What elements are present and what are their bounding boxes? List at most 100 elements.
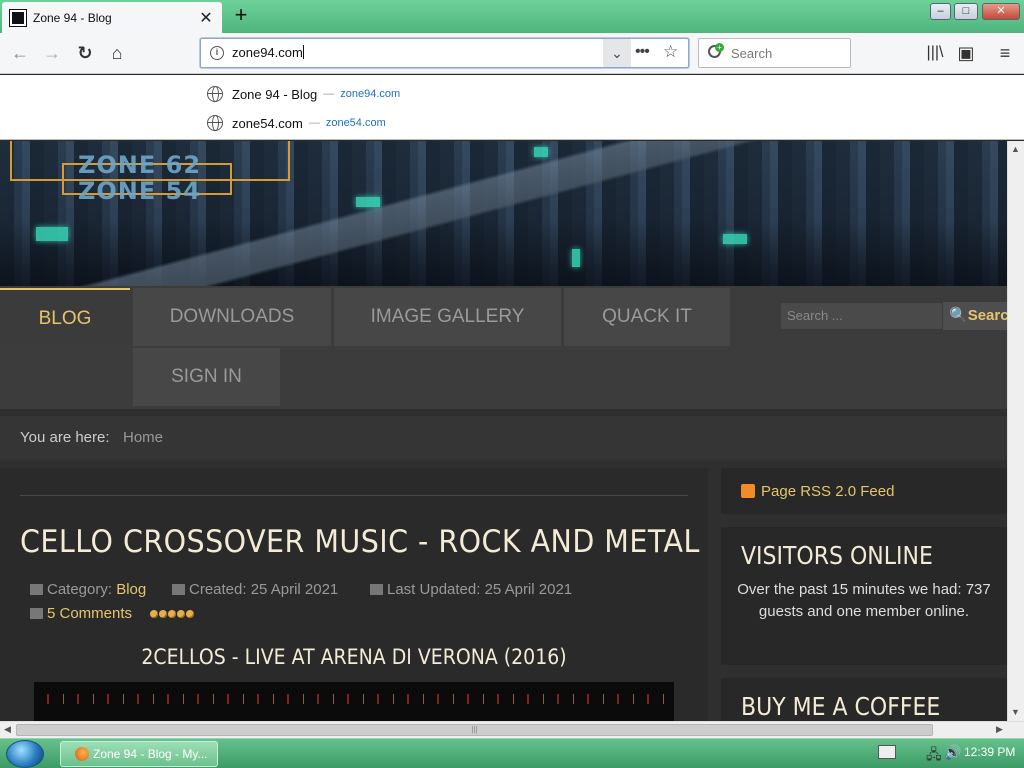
sidebar-icon[interactable]: ▣: [952, 40, 980, 68]
rss-label: Page RSS 2.0 Feed: [761, 483, 895, 500]
star-icon[interactable]: [150, 610, 158, 618]
keyboard-icon[interactable]: [878, 745, 896, 759]
article: CELLO CROSSOVER MUSIC - ROCK AND METAL C…: [0, 468, 708, 721]
site-favicon-icon: [9, 8, 27, 27]
home-button[interactable]: ⌂: [103, 40, 131, 68]
autocomplete-url: zone94.com: [340, 88, 401, 100]
coffee-module: BUY ME A COFFEE: [721, 678, 1007, 721]
scroll-left-icon[interactable]: ◀: [4, 724, 11, 735]
new-tab-button[interactable]: +: [230, 4, 252, 28]
taskbar-item-label: Zone 94 - Blog - My...: [93, 747, 208, 761]
search-placeholder: Search: [731, 46, 773, 61]
chevron-down-icon[interactable]: ⌄: [603, 39, 631, 67]
forward-button[interactable]: →: [38, 40, 66, 68]
visitors-module: VISITORS ONLINE Over the past 15 minutes…: [721, 527, 1007, 665]
minimize-button[interactable]: –: [930, 3, 951, 20]
info-icon[interactable]: i: [210, 46, 224, 60]
globe-icon: [207, 115, 223, 131]
speaker-icon[interactable]: 🔊: [944, 744, 961, 761]
menu-item-image-gallery[interactable]: IMAGE GALLERY: [334, 288, 561, 346]
autocomplete-title: Zone 94 - Blog: [232, 86, 318, 102]
updated-date: Last Updated: 25 April 2021: [387, 581, 573, 598]
menu-item-blog[interactable]: BLOG: [0, 288, 130, 346]
horizontal-scrollbar[interactable]: ◀ ||| ▶: [0, 721, 1024, 738]
star-icon[interactable]: [186, 610, 194, 618]
network-icon[interactable]: 🖧: [926, 744, 942, 768]
menu-item-downloads[interactable]: DOWNLOADS: [133, 288, 331, 346]
logo-text: ZONE 62: [78, 151, 202, 179]
start-button[interactable]: [6, 740, 44, 768]
tab-title: Zone 94 - Blog: [33, 10, 112, 25]
scroll-down-icon[interactable]: ▼: [1011, 707, 1020, 717]
taskbar-clock[interactable]: 12:39 PM: [964, 745, 1015, 759]
window-close-button[interactable]: ✕: [982, 3, 1020, 20]
maximize-button[interactable]: □: [954, 3, 978, 20]
star-icon[interactable]: [177, 610, 185, 618]
firefox-icon: [75, 747, 89, 761]
category-label: Category:: [47, 581, 113, 598]
taskbar: Zone 94 - Blog - My... 🖧 🔊 12:39 PM: [0, 738, 1024, 768]
autocomplete-item[interactable]: zone54.com — zone54.com: [207, 111, 386, 135]
tab-close-icon[interactable]: ✕: [196, 8, 216, 28]
site-search-input[interactable]: Search ...: [780, 302, 943, 330]
menu-item-sign-in[interactable]: SIGN IN: [133, 348, 280, 406]
star-icon[interactable]: [168, 610, 176, 618]
address-bar[interactable]: i zone94.com ⌄ ••• ☆: [200, 38, 689, 68]
scrollbar-thumb[interactable]: |||: [16, 724, 933, 736]
site-search-button[interactable]: 🔍Search: [943, 302, 1007, 330]
vertical-scrollbar[interactable]: ▲ ▼: [1007, 141, 1024, 721]
breadcrumb-label: You are here:: [20, 429, 110, 446]
scroll-up-icon[interactable]: ▲: [1011, 144, 1020, 154]
banner-light: [723, 234, 747, 244]
menu-icon[interactable]: ≡: [991, 40, 1019, 68]
browser-search-input[interactable]: + Search: [698, 38, 851, 68]
search-icon: 🔍: [949, 307, 968, 324]
calendar-icon: [370, 584, 383, 595]
logo-text: ZONE 54: [78, 177, 202, 205]
url-input[interactable]: zone94.com: [232, 45, 304, 60]
article-subtitle: 2CELLOS - LIVE AT ARENA DI VERONA (2016): [141, 645, 567, 669]
article-title[interactable]: CELLO CROSSOVER MUSIC - ROCK AND METAL: [20, 524, 700, 560]
created-date: Created: 25 April 2021: [189, 581, 339, 598]
banner-light: [36, 227, 68, 241]
site-search-button-label: Search: [967, 307, 1007, 324]
comments-link[interactable]: 5 Comments: [47, 605, 132, 622]
url-autocomplete-popup: Zone 94 - Blog — zone94.com zone54.com —…: [0, 75, 1024, 140]
banner-light: [534, 147, 548, 157]
back-button[interactable]: ←: [6, 40, 34, 68]
star-icon[interactable]: [159, 610, 167, 618]
visitors-text: Over the past 15 minutes we had: 737 gue…: [737, 581, 991, 620]
calendar-icon: [172, 584, 185, 595]
scroll-right-icon[interactable]: ▶: [996, 724, 1003, 735]
library-icon[interactable]: |||\: [921, 40, 949, 68]
add-engine-icon: +: [715, 43, 724, 52]
folder-icon: [30, 584, 43, 595]
site-main-menu: BLOG DOWNLOADS IMAGE GALLERY QUACK IT SI…: [0, 286, 1007, 409]
article-comments[interactable]: 5 Comments: [30, 605, 132, 622]
reload-button[interactable]: ↻: [71, 40, 99, 68]
web-page: ZONE 62 ZONE 54 BLOG DOWNLOADS IMAGE GAL…: [0, 141, 1007, 721]
autocomplete-separator: —: [308, 117, 320, 129]
embedded-video[interactable]: [34, 682, 674, 721]
browser-tab[interactable]: Zone 94 - Blog ✕: [2, 2, 222, 33]
coffee-title: BUY ME A COFFEE: [741, 692, 941, 721]
navigation-toolbar: ← → ↻ ⌂ i zone94.com ⌄ ••• ☆ + Search ||…: [0, 33, 1024, 74]
category-link[interactable]: Blog: [116, 581, 146, 598]
breadcrumb-home-link[interactable]: Home: [123, 429, 163, 446]
menu-item-quack-it[interactable]: QUACK IT: [564, 288, 730, 346]
breadcrumb: You are here: Home: [0, 416, 1007, 460]
banner-light: [572, 249, 580, 267]
video-frame: [34, 694, 674, 704]
divider: [20, 495, 688, 496]
rss-link[interactable]: Page RSS 2.0 Feed: [741, 483, 894, 500]
article-rating[interactable]: [150, 605, 195, 623]
autocomplete-item[interactable]: Zone 94 - Blog — zone94.com: [207, 82, 400, 106]
site-logo[interactable]: ZONE 62 ZONE 54: [10, 141, 292, 211]
autocomplete-separator: —: [323, 88, 335, 100]
page-actions-icon[interactable]: •••: [635, 43, 650, 61]
article-category: Category: Blog: [30, 581, 146, 598]
bookmark-star-icon[interactable]: ☆: [663, 42, 678, 62]
banner-light: [356, 197, 380, 207]
taskbar-item-browser[interactable]: Zone 94 - Blog - My...: [60, 741, 218, 767]
rss-module: Page RSS 2.0 Feed: [721, 468, 1007, 514]
